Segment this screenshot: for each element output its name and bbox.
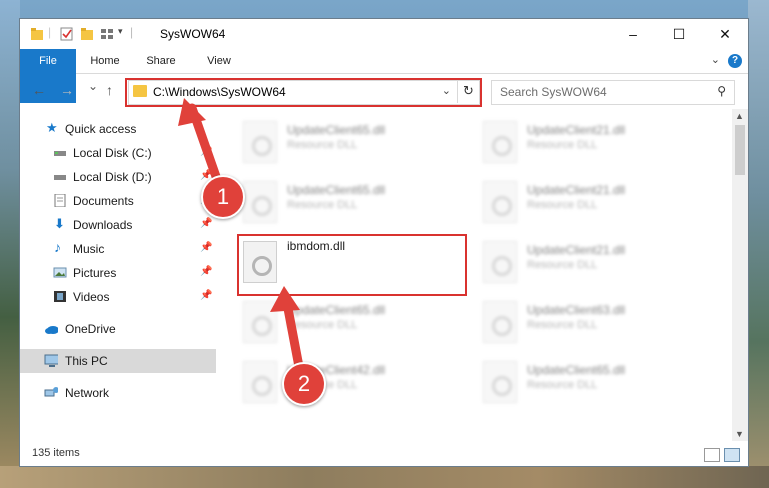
annotation-arrows: [178, 98, 305, 377]
callout-2: 2: [282, 362, 326, 406]
callout-1: 1: [201, 175, 245, 219]
arrow-2: [270, 286, 305, 377]
arrow-1: [178, 98, 225, 193]
